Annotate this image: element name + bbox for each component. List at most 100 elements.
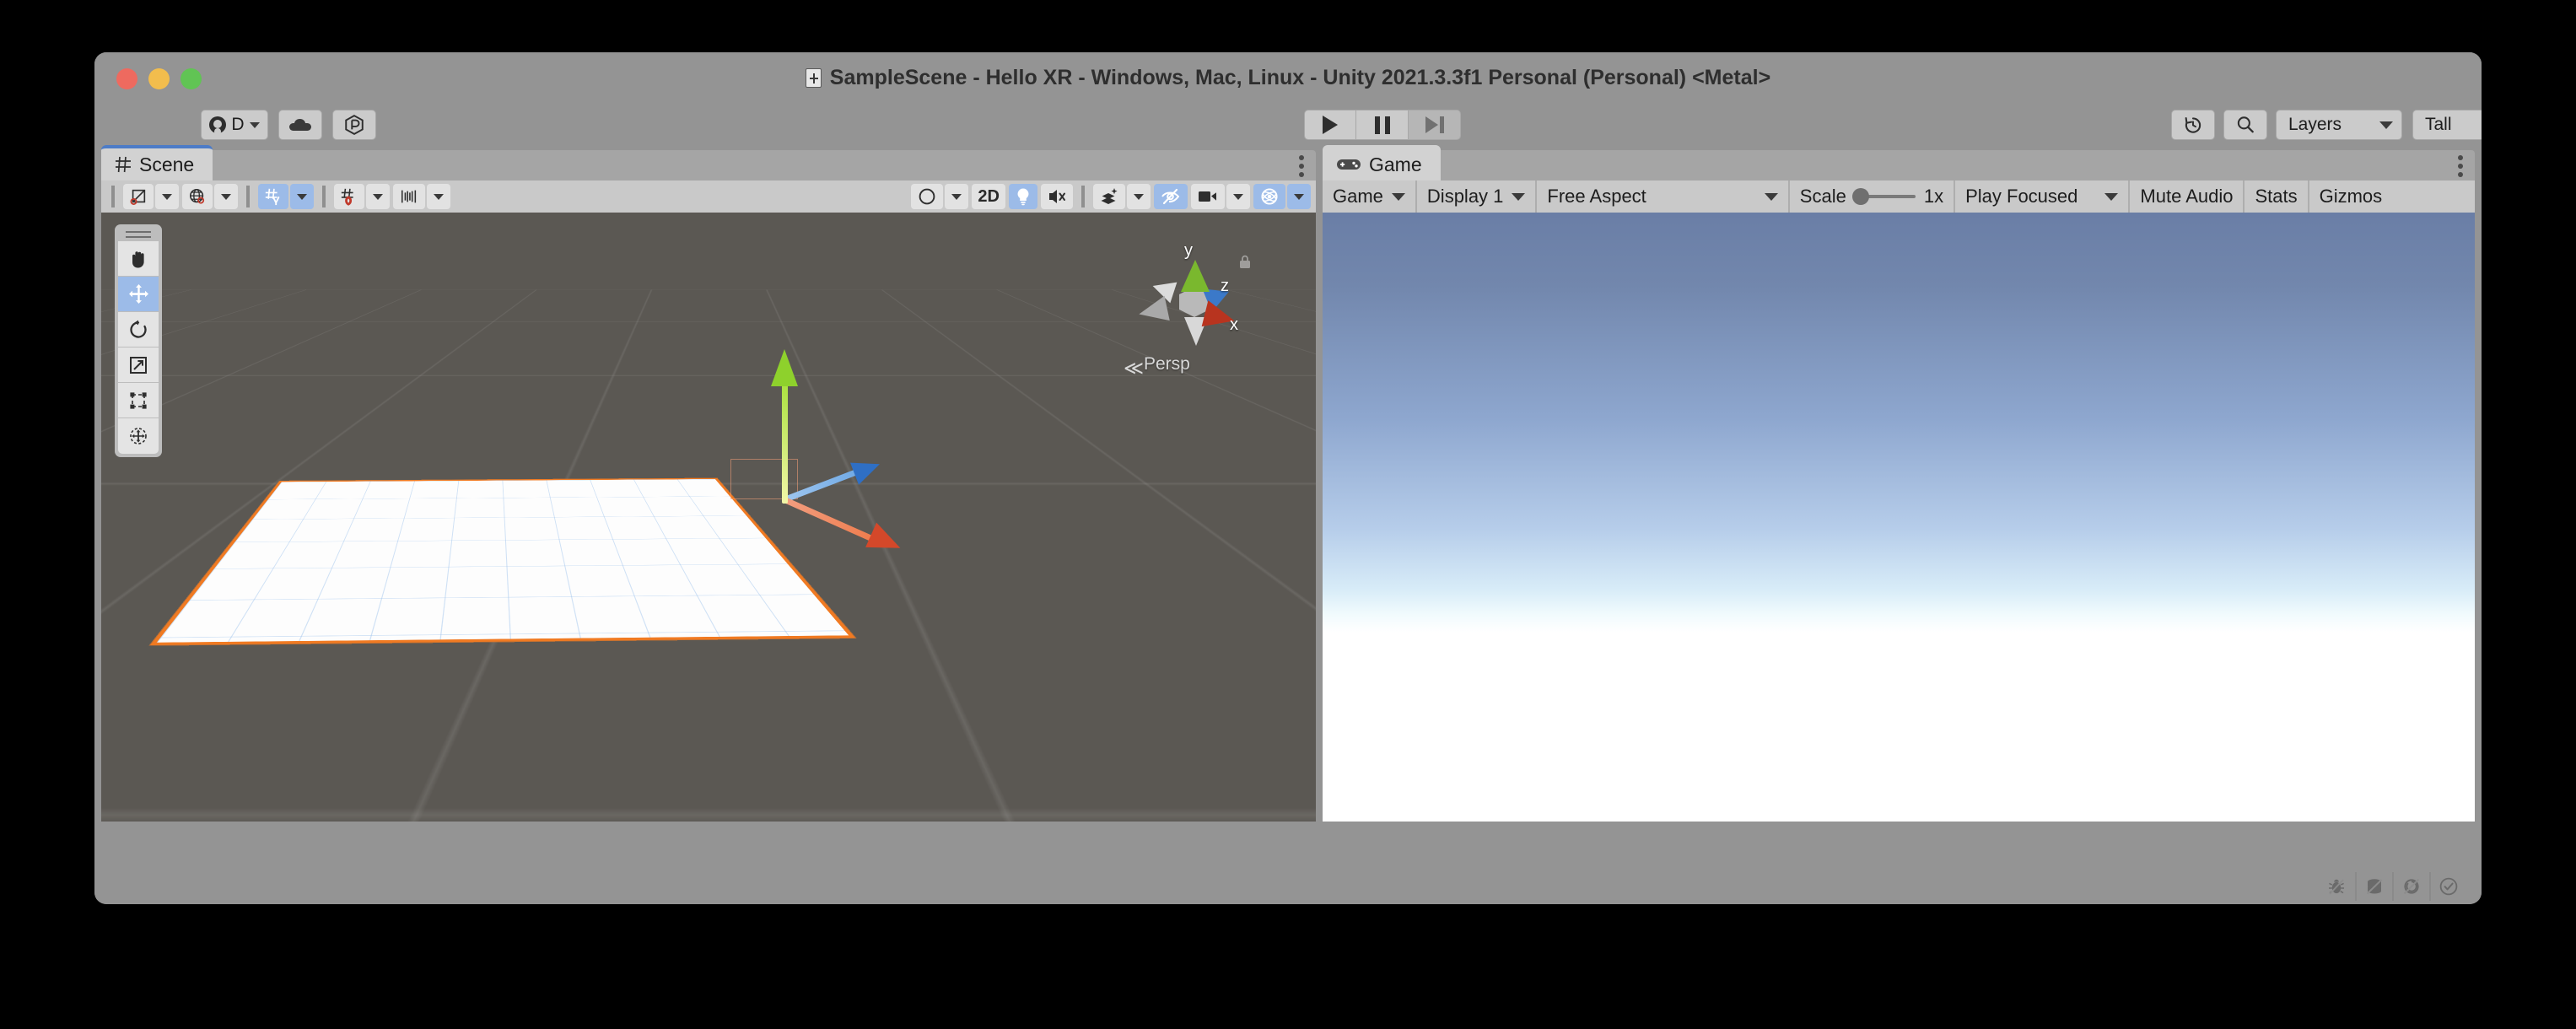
gizmo-axis-y[interactable] xyxy=(782,381,788,504)
scene-effects-button[interactable] xyxy=(1093,184,1125,209)
scene-viewport[interactable]: y z x ≪ Persp xyxy=(101,213,1316,822)
pivot-icon xyxy=(129,187,148,206)
services-button[interactable] xyxy=(332,110,376,140)
ready-check-icon-button[interactable] xyxy=(2429,872,2466,901)
undo-history-button[interactable] xyxy=(2171,110,2215,140)
scale-slider-group[interactable]: Scale 1x xyxy=(1790,180,1955,213)
scene-lighting-toggle[interactable] xyxy=(1009,184,1037,209)
lightbulb-icon xyxy=(1015,186,1032,207)
game-gizmos-dropdown[interactable]: Gizmos xyxy=(2309,180,2393,213)
lock-icon[interactable] xyxy=(1238,255,1252,270)
gizmo-cone-y[interactable] xyxy=(1181,260,1210,292)
status-bar xyxy=(94,869,2482,904)
scene-camera-dropdown[interactable] xyxy=(1226,184,1250,209)
pivot-dropdown[interactable] xyxy=(155,184,179,209)
collab-refresh-icon xyxy=(2401,876,2422,897)
chevron-down-icon xyxy=(1233,194,1243,200)
aspect-label: Free Aspect xyxy=(1547,186,1646,207)
ruler-dropdown[interactable] xyxy=(427,184,450,209)
game-tabrow: Game xyxy=(1323,145,2475,180)
play-focus-dropdown[interactable]: Play Focused xyxy=(1955,180,2130,213)
chevron-down-icon xyxy=(1765,193,1778,201)
handle-space-toggle[interactable] xyxy=(182,184,213,209)
game-target-dropdown[interactable]: Game xyxy=(1323,180,1417,213)
gizmo-cone-neg-x[interactable] xyxy=(1136,296,1169,326)
game-viewport[interactable] xyxy=(1323,213,2475,822)
gizmos-toggle[interactable] xyxy=(1253,184,1285,209)
grid-visibility-toggle[interactable] xyxy=(258,184,288,209)
toolbar-divider xyxy=(111,186,115,207)
scene-camera-button[interactable] xyxy=(1191,184,1225,209)
layout-label: Tall xyxy=(2425,115,2452,135)
scene-orientation-gizmo[interactable]: y z x ≪ Persp xyxy=(1137,246,1255,373)
move-gizmo[interactable] xyxy=(784,499,785,500)
camera-icon xyxy=(1197,188,1219,205)
pause-icon xyxy=(1375,116,1390,134)
shading-mode-button[interactable] xyxy=(911,184,943,209)
history-icon xyxy=(2182,114,2204,136)
move-icon xyxy=(127,283,150,305)
stats-toggle[interactable]: Stats xyxy=(2245,180,2309,213)
play-button[interactable] xyxy=(1304,110,1356,140)
chevron-down-icon xyxy=(951,194,962,200)
aspect-dropdown[interactable]: Free Aspect xyxy=(1537,180,1789,213)
window-titlebar: SampleScene - Hello XR - Windows, Mac, L… xyxy=(94,52,2482,105)
account-dropdown[interactable]: D xyxy=(201,110,268,140)
scene-effects-dropdown[interactable] xyxy=(1127,184,1151,209)
palette-drag-handle[interactable] xyxy=(118,228,159,241)
rect-tool-button[interactable] xyxy=(118,383,159,418)
projection-mode-label[interactable]: Persp xyxy=(1144,354,1190,374)
gizmo-label-x: x xyxy=(1230,315,1238,335)
snap-increment-dropdown[interactable] xyxy=(366,184,390,209)
search-button[interactable] xyxy=(2223,110,2267,140)
effects-icon xyxy=(1099,186,1119,207)
scene-panel-menu-button[interactable] xyxy=(1299,155,1304,160)
step-button[interactable] xyxy=(1409,110,1461,140)
tab-game[interactable]: Game xyxy=(1323,145,1441,180)
scale-slider[interactable] xyxy=(1855,195,1916,198)
collab-icon-button[interactable] xyxy=(2392,872,2429,901)
snap-increment-toggle[interactable] xyxy=(334,184,364,209)
scene-audio-toggle[interactable] xyxy=(1041,184,1073,209)
ruler-toggle[interactable] xyxy=(393,184,425,209)
display-label: Display 1 xyxy=(1427,186,1503,207)
cache-server-icon-button[interactable] xyxy=(2355,872,2392,901)
mute-audio-label: Mute Audio xyxy=(2140,186,2233,207)
cloud-button[interactable] xyxy=(278,110,322,140)
gizmos-dropdown[interactable] xyxy=(1287,184,1311,209)
debug-icon-button[interactable] xyxy=(2318,872,2355,901)
2d-toggle[interactable]: 2D xyxy=(972,184,1005,209)
move-tool-button[interactable] xyxy=(118,277,159,312)
grid-icon xyxy=(115,156,132,173)
mute-audio-toggle[interactable]: Mute Audio xyxy=(2130,180,2245,213)
pivot-toggle[interactable] xyxy=(123,184,154,209)
game-panel: Game Game Display 1 Free Aspect xyxy=(1323,145,2475,822)
chevron-down-icon xyxy=(1512,193,1525,201)
scene-tabrow-background xyxy=(101,150,1316,180)
rotate-tool-button[interactable] xyxy=(118,312,159,347)
chevron-down-icon xyxy=(2104,193,2118,201)
main-toolbar: D xyxy=(94,105,2482,145)
services-hex-icon xyxy=(343,114,365,136)
chevron-down-icon xyxy=(434,194,444,200)
hand-tool-button[interactable] xyxy=(118,241,159,277)
hidden-objects-toggle[interactable] xyxy=(1154,184,1188,209)
search-icon xyxy=(2234,114,2256,136)
chevron-down-icon xyxy=(2379,121,2393,129)
layers-dropdown[interactable]: Layers xyxy=(2276,110,2402,140)
scale-tool-button[interactable] xyxy=(118,347,159,383)
tab-scene[interactable]: Scene xyxy=(101,145,213,180)
scale-slider-knob[interactable] xyxy=(1852,188,1869,205)
play-focus-label: Play Focused xyxy=(1965,186,2078,207)
layout-dropdown[interactable]: Tall xyxy=(2412,110,2482,140)
stats-label: Stats xyxy=(2255,186,2297,207)
gizmo-axis-y-handle[interactable] xyxy=(771,349,798,386)
display-dropdown[interactable]: Display 1 xyxy=(1417,180,1537,213)
pause-button[interactable] xyxy=(1356,110,1409,140)
grid-visibility-dropdown[interactable] xyxy=(290,184,314,209)
shading-mode-dropdown[interactable] xyxy=(945,184,968,209)
game-panel-menu-button[interactable] xyxy=(2458,155,2463,160)
projection-arrow-icon[interactable]: ≪ xyxy=(1124,357,1144,380)
handle-space-dropdown[interactable] xyxy=(214,184,238,209)
transform-tool-button[interactable] xyxy=(118,418,159,454)
